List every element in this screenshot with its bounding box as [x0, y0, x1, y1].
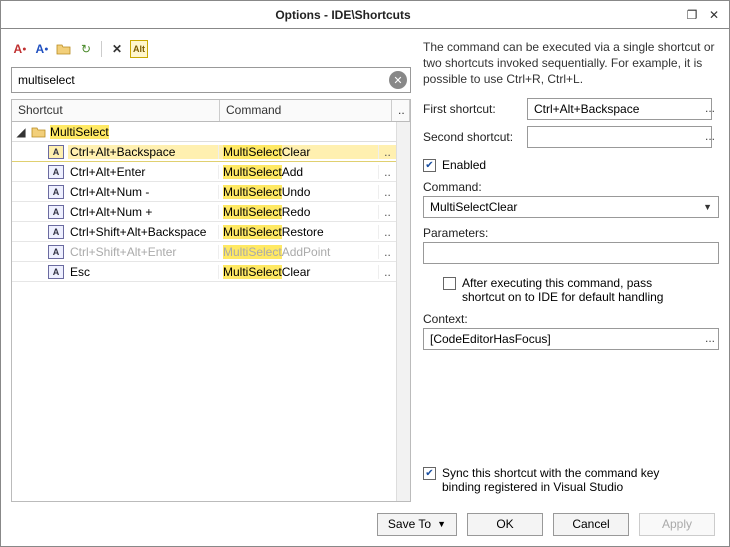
cancel-button[interactable]: Cancel	[553, 513, 629, 536]
maximize-button[interactable]: ❐	[681, 8, 703, 22]
pass-to-ide-checkbox[interactable]	[443, 277, 456, 290]
command-select-value: MultiSelectClear	[430, 200, 517, 214]
table-row[interactable]: EscMultiSelectClear..	[12, 262, 396, 282]
search-input[interactable]	[11, 67, 411, 93]
parameters-label: Parameters:	[423, 226, 719, 240]
command-cell: MultiSelectUndo	[218, 185, 378, 199]
more-cell[interactable]: ..	[378, 245, 396, 259]
shortcut-cell: Ctrl+Shift+Alt+Backspace	[68, 225, 218, 239]
shortcut-cell: Ctrl+Alt+Num -	[68, 185, 218, 199]
more-cell[interactable]: ..	[378, 265, 396, 279]
shortcut-type-icon	[48, 165, 64, 179]
group-label: MultiSelect	[48, 125, 109, 139]
more-cell[interactable]: ..	[378, 225, 396, 239]
ok-button[interactable]: OK	[467, 513, 543, 536]
toolbar: A● A● ↻ ✕ Alt	[11, 37, 411, 61]
dialog-footer: Save To ▼ OK Cancel Apply	[1, 502, 729, 546]
more-cell[interactable]: ..	[378, 165, 396, 179]
font-red-icon[interactable]: A●	[11, 40, 29, 58]
context-label: Context:	[423, 312, 719, 326]
enabled-label: Enabled	[442, 158, 486, 172]
table-row[interactable]: Ctrl+Alt+Num +MultiSelectRedo..	[12, 202, 396, 222]
close-button[interactable]: ✕	[703, 8, 725, 22]
more-cell[interactable]: ..	[378, 205, 396, 219]
first-shortcut-field[interactable]	[527, 98, 712, 120]
enabled-checkbox[interactable]: ✔	[423, 159, 436, 172]
pass-to-ide-label: After executing this command, pass short…	[462, 276, 682, 304]
command-select[interactable]: MultiSelectClear ▼	[423, 196, 719, 218]
first-shortcut-label: First shortcut:	[423, 102, 521, 116]
sync-checkbox[interactable]: ✔	[423, 467, 436, 480]
command-cell: MultiSelectAdd	[218, 165, 378, 179]
delete-icon[interactable]: ✕	[108, 40, 126, 58]
command-cell: MultiSelectClear	[218, 145, 378, 159]
column-command[interactable]: Command	[220, 100, 392, 121]
shortcut-cell: Esc	[68, 265, 218, 279]
save-to-button[interactable]: Save To ▼	[377, 513, 457, 536]
command-cell: MultiSelectAddPoint	[218, 245, 378, 259]
group-row[interactable]: ◢ MultiSelect	[12, 122, 396, 142]
command-cell: MultiSelectClear	[218, 265, 378, 279]
shortcut-cell: Ctrl+Alt+Enter	[68, 165, 218, 179]
second-shortcut-label: Second shortcut:	[423, 130, 521, 144]
toolbar-separator	[101, 41, 102, 57]
folder-icon	[30, 125, 48, 139]
window-title: Options - IDE\Shortcuts	[5, 8, 681, 22]
shortcut-type-icon	[48, 245, 64, 259]
grid-header: Shortcut Command ..	[12, 100, 410, 122]
table-row[interactable]: Ctrl+Shift+Alt+EnterMultiSelectAddPoint.…	[12, 242, 396, 262]
context-ellipsis-icon[interactable]: ...	[705, 331, 715, 345]
column-more[interactable]: ..	[392, 100, 410, 121]
shortcut-grid: Shortcut Command .. ◢ MultiSelect Ctrl+A…	[11, 99, 411, 502]
expand-icon[interactable]: ◢	[12, 125, 30, 139]
second-shortcut-ellipsis-icon[interactable]: ...	[705, 129, 715, 143]
shortcut-cell: Ctrl+Alt+Num +	[68, 205, 218, 219]
more-cell[interactable]: ..	[378, 185, 396, 199]
second-shortcut-field[interactable]	[527, 126, 712, 148]
shortcut-type-icon	[48, 185, 64, 199]
vertical-scrollbar[interactable]	[396, 122, 410, 501]
command-cell: MultiSelectRestore	[218, 225, 378, 239]
folder-open-icon[interactable]	[55, 40, 73, 58]
shortcut-type-icon	[48, 225, 64, 239]
save-to-label: Save To	[388, 517, 431, 531]
titlebar: Options - IDE\Shortcuts ❐ ✕	[1, 1, 729, 29]
description-text: The command can be executed via a single…	[423, 39, 719, 88]
table-row[interactable]: Ctrl+Alt+Num -MultiSelectUndo..	[12, 182, 396, 202]
apply-button[interactable]: Apply	[639, 513, 715, 536]
table-row[interactable]: Ctrl+Shift+Alt+BackspaceMultiSelectResto…	[12, 222, 396, 242]
shortcut-cell: Ctrl+Alt+Backspace	[68, 145, 218, 159]
shortcut-type-icon	[48, 145, 64, 159]
chevron-down-icon: ▼	[703, 202, 712, 212]
shortcut-type-icon	[48, 265, 64, 279]
clear-search-icon[interactable]: ✕	[389, 71, 407, 89]
more-cell[interactable]: ..	[378, 145, 396, 159]
table-row[interactable]: Ctrl+Alt+EnterMultiSelectAdd..	[12, 162, 396, 182]
font-blue-icon[interactable]: A●	[33, 40, 51, 58]
options-dialog: Options - IDE\Shortcuts ❐ ✕ A● A● ↻ ✕ Al…	[0, 0, 730, 547]
recent-icon[interactable]: ↻	[77, 40, 95, 58]
parameters-field[interactable]	[423, 242, 719, 264]
table-row[interactable]: Ctrl+Alt+BackspaceMultiSelectClear..	[12, 142, 396, 162]
command-label: Command:	[423, 180, 719, 194]
column-shortcut[interactable]: Shortcut	[12, 100, 220, 121]
command-cell: MultiSelectRedo	[218, 205, 378, 219]
alt-toggle-icon[interactable]: Alt	[130, 40, 148, 58]
sync-label: Sync this shortcut with the command key …	[442, 466, 682, 494]
first-shortcut-ellipsis-icon[interactable]: ...	[705, 101, 715, 115]
shortcut-type-icon	[48, 205, 64, 219]
context-field[interactable]	[423, 328, 719, 350]
shortcut-cell: Ctrl+Shift+Alt+Enter	[68, 245, 218, 259]
chevron-down-icon: ▼	[437, 519, 446, 529]
